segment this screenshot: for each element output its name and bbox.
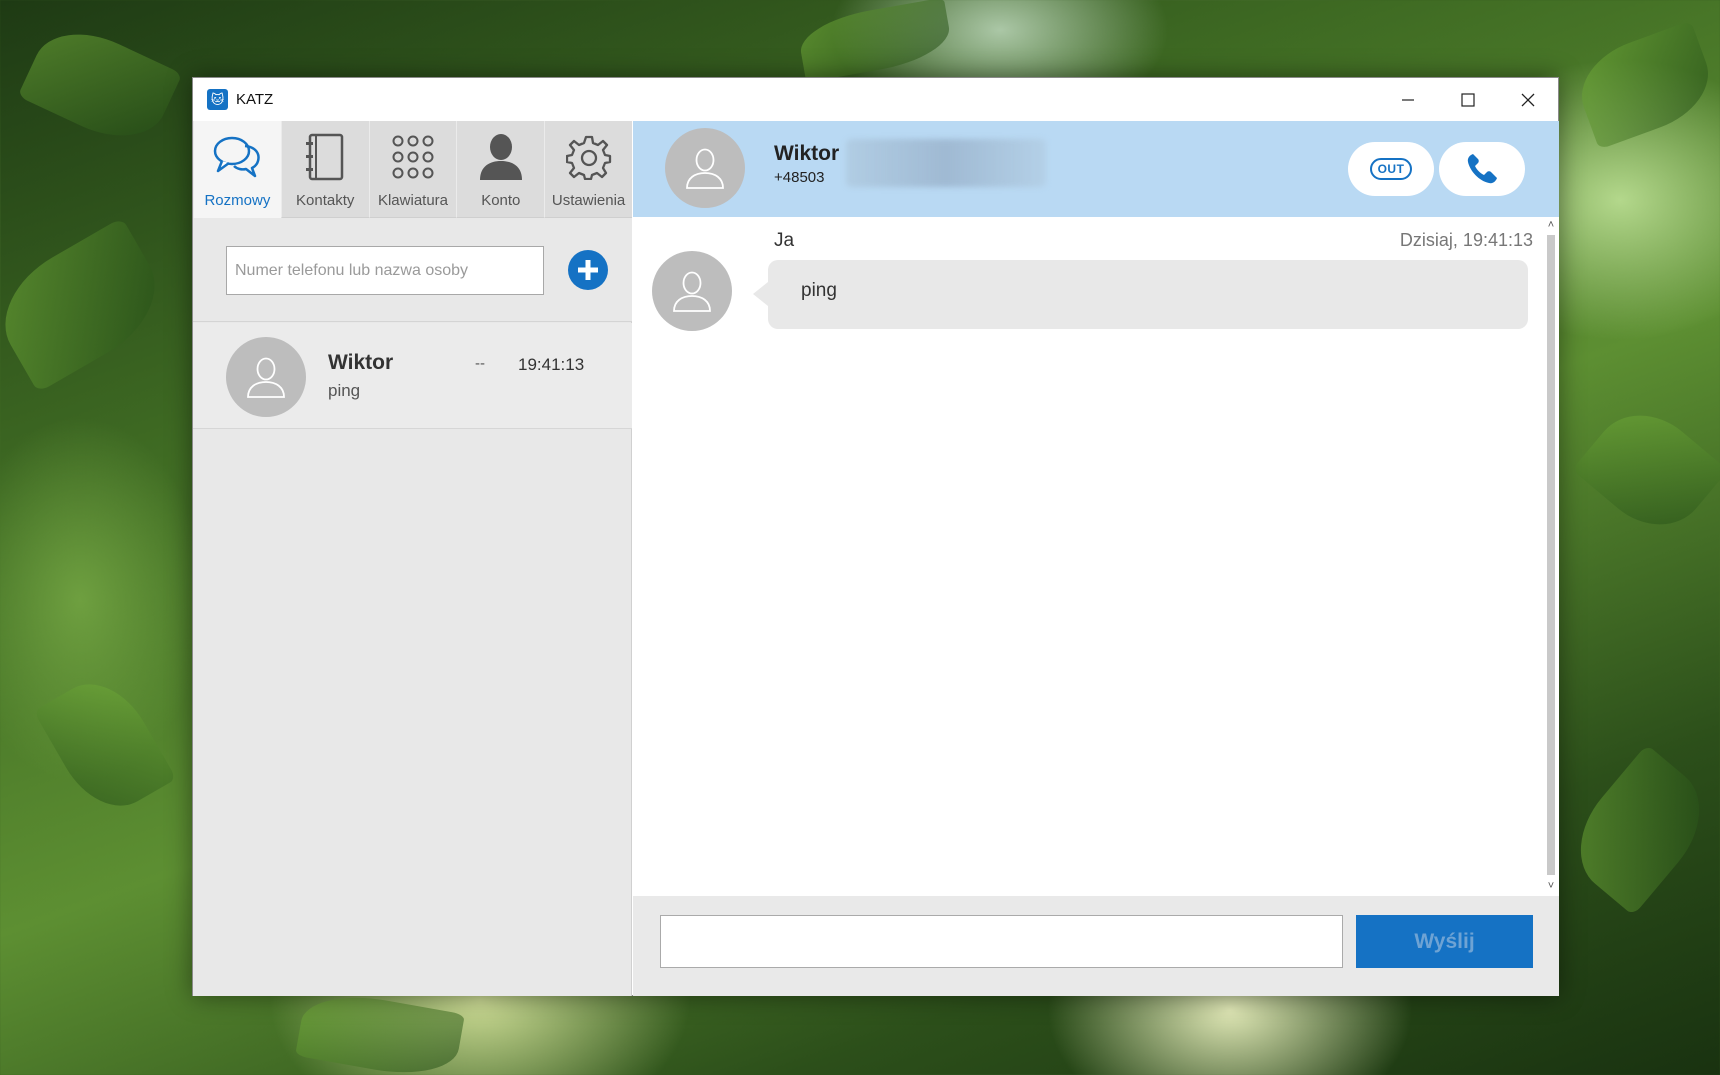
app-title: KATZ xyxy=(236,91,274,108)
conversation-time: 19:41:13 xyxy=(518,355,585,374)
tab-label: Rozmowy xyxy=(204,192,271,209)
phone-icon xyxy=(1467,154,1497,184)
conversation-preview: ping xyxy=(328,381,361,400)
tab-konto[interactable]: Konto xyxy=(456,121,545,218)
nav-tabs: Rozmowy Kontakty Klawiatura Konto Ustawi… xyxy=(193,121,632,218)
message-sender: Ja xyxy=(774,230,795,251)
avatar xyxy=(226,337,306,417)
message-bubble: ping xyxy=(753,260,1528,329)
contact-name: Wiktor xyxy=(774,142,840,165)
app-logo-icon: 🐱 xyxy=(207,89,228,110)
chat-bubbles-icon xyxy=(214,136,261,178)
search-area xyxy=(193,218,632,322)
conversation-name: Wiktor xyxy=(328,351,394,374)
add-conversation-button[interactable] xyxy=(568,250,608,290)
scroll-down-icon[interactable]: ˅ xyxy=(1543,878,1559,894)
person-icon xyxy=(479,134,522,180)
out-badge: OUT xyxy=(1369,158,1413,180)
tab-label: Ustawienia xyxy=(551,192,626,209)
composer: Wyślij xyxy=(633,896,1559,996)
sender-avatar xyxy=(652,251,732,331)
search-input[interactable] xyxy=(226,246,544,295)
scroll-thumb[interactable] xyxy=(1547,235,1555,875)
contact-number: +48503 xyxy=(774,169,825,186)
tab-label: Kontakty xyxy=(296,192,355,209)
call-button[interactable] xyxy=(1439,142,1525,196)
keypad-icon xyxy=(392,135,434,179)
out-button[interactable]: OUT xyxy=(1348,142,1434,196)
contact-avatar xyxy=(665,128,745,208)
plus-icon xyxy=(578,260,598,280)
address-book-icon xyxy=(306,133,344,181)
minimize-icon xyxy=(1402,98,1414,101)
message-area: Ja Dzisiaj, 19:41:13 ping ˄ ˅ xyxy=(633,217,1559,896)
tab-ustawienia[interactable]: Ustawienia xyxy=(544,121,632,218)
conversation-item[interactable]: Wiktor ping -- 19:41:13 xyxy=(193,323,632,429)
message-time: Dzisiaj, 19:41:13 xyxy=(1399,230,1533,250)
gear-icon xyxy=(565,135,611,180)
close-button[interactable] xyxy=(1498,78,1558,121)
user-placeholder-icon xyxy=(686,148,724,189)
tab-label: Konto xyxy=(481,192,521,209)
message-scrollbar[interactable]: ˄ ˅ xyxy=(1543,217,1559,896)
send-button[interactable]: Wyślij xyxy=(1356,915,1533,968)
conversation-status: -- xyxy=(475,355,485,372)
tab-rozmowy[interactable]: Rozmowy xyxy=(193,121,281,218)
minimize-button[interactable] xyxy=(1378,78,1438,121)
user-placeholder-icon xyxy=(673,271,711,312)
app-window: 🐱 KATZ Rozmowy Kontakty Klawiatura Konto… xyxy=(192,77,1559,996)
message-input[interactable] xyxy=(660,915,1343,968)
tab-label: Klawiatura xyxy=(377,192,449,209)
redacted-area xyxy=(846,139,1046,187)
scroll-up-icon[interactable]: ˄ xyxy=(1543,217,1559,233)
title-bar: 🐱 KATZ xyxy=(193,78,1558,121)
maximize-icon xyxy=(1461,92,1475,107)
left-panel: Rozmowy Kontakty Klawiatura Konto Ustawi… xyxy=(193,121,632,996)
tab-klawiatura[interactable]: Klawiatura xyxy=(368,121,457,218)
message-text: ping xyxy=(801,280,837,301)
maximize-button[interactable] xyxy=(1438,78,1498,121)
chat-header: Wiktor +48503 OUT xyxy=(633,121,1559,217)
tab-kontakty[interactable]: Kontakty xyxy=(280,121,369,218)
close-icon xyxy=(1521,93,1535,106)
user-placeholder-icon xyxy=(247,357,285,398)
